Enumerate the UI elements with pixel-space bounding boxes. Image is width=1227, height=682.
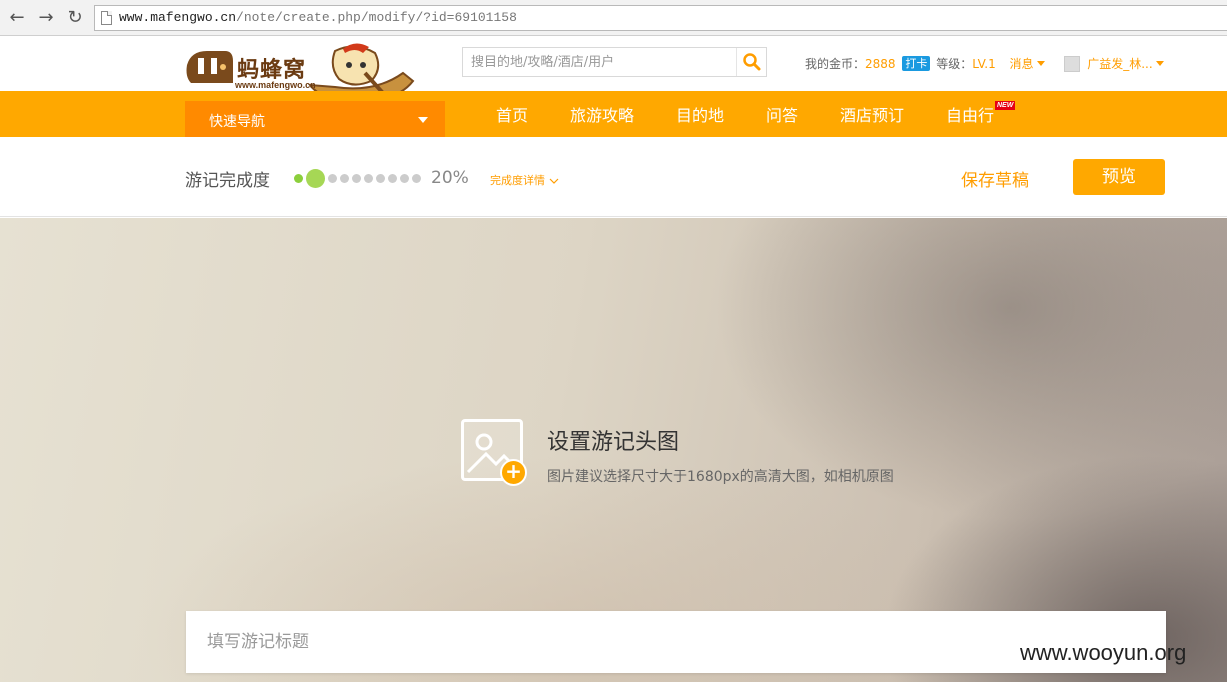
- username-link[interactable]: 广益发_林...: [1087, 55, 1152, 72]
- new-badge: NEW: [995, 101, 1016, 110]
- checkin-button[interactable]: 打卡: [902, 56, 931, 71]
- url-path: /note/create.php/modify/?id=69101158: [236, 10, 517, 25]
- site-header: 蚂蜂窝 www.mafengwo.cn 我的金币：2888 打卡 等级：LV.1…: [0, 36, 1227, 103]
- chevron-down-icon: [549, 178, 558, 184]
- progress-dot: [294, 174, 303, 183]
- nav-hotel-booking[interactable]: 酒店预订: [840, 104, 904, 128]
- nav-destinations[interactable]: 目的地: [676, 104, 724, 128]
- level-label: 等级：: [936, 57, 973, 71]
- url-host: www.mafengwo.cn: [119, 10, 237, 25]
- progress-dot: [388, 174, 397, 183]
- progress-dot: [412, 174, 421, 183]
- add-icon[interactable]: +: [500, 459, 527, 486]
- progress-percent: 20%: [431, 168, 469, 188]
- title-field-container: [186, 611, 1166, 673]
- level-value[interactable]: LV.1: [972, 57, 995, 71]
- progress-detail-link[interactable]: 完成度详情: [490, 172, 559, 188]
- cover-title[interactable]: 设置游记头图: [547, 424, 679, 456]
- back-icon[interactable]: ←: [6, 7, 28, 29]
- progress-dot: [400, 174, 409, 183]
- progress-dot: [352, 174, 361, 183]
- progress-dot: [328, 174, 337, 183]
- search-icon: [743, 53, 761, 71]
- nav-travel-guides[interactable]: 旅游攻略: [570, 104, 634, 128]
- coins-value[interactable]: 2888: [865, 57, 896, 71]
- nav-independent-travel[interactable]: 自由行: [946, 104, 994, 128]
- watermark: www.wooyun.org: [1020, 640, 1187, 665]
- nav-home[interactable]: 首页: [496, 104, 528, 128]
- search-input[interactable]: [463, 48, 735, 76]
- progress-bar-section: 游记完成度 20% 完成度详情 保存草稿 预览: [0, 137, 1227, 217]
- nav-qa[interactable]: 问答: [766, 104, 798, 128]
- url-text: www.mafengwo.cn/note/create.php/modify/?…: [119, 10, 517, 25]
- progress-dot: [364, 174, 373, 183]
- cover-hint: 图片建议选择尺寸大于1680px的高清大图，如相机原图: [547, 469, 894, 485]
- progress-detail-label: 完成度详情: [490, 174, 545, 187]
- chevron-down-icon: [418, 117, 428, 123]
- save-draft-button[interactable]: 保存草稿: [961, 166, 1029, 191]
- forward-icon[interactable]: →: [35, 7, 57, 29]
- search-button[interactable]: [736, 48, 766, 76]
- user-dropdown-icon[interactable]: [1155, 61, 1164, 66]
- messages-link[interactable]: 消息: [1010, 55, 1034, 72]
- messages-dropdown-icon[interactable]: [1036, 61, 1045, 66]
- progress-dot-current: [306, 169, 325, 188]
- logo-url: www.mafengwo.cn: [235, 80, 316, 90]
- cover-image-area[interactable]: + 设置游记头图 图片建议选择尺寸大于1680px的高清大图，如相机原图: [0, 218, 1227, 682]
- coins-label: 我的金币：: [805, 57, 866, 71]
- progress-dot: [340, 174, 349, 183]
- page-icon: [101, 11, 112, 25]
- user-area: 我的金币：2888 打卡 等级：LV.1 消息 广益发_林...: [805, 55, 1164, 72]
- quick-nav-button[interactable]: 快速导航: [185, 101, 445, 137]
- title-input[interactable]: [186, 611, 1166, 673]
- progress-label: 游记完成度: [185, 171, 270, 191]
- site-search: [462, 47, 767, 77]
- progress-dot: [376, 174, 385, 183]
- browser-toolbar: ← → ↻ www.mafengwo.cn/note/create.php/mo…: [0, 0, 1227, 36]
- preview-button[interactable]: 预览: [1073, 159, 1165, 195]
- reload-icon[interactable]: ↻: [64, 7, 86, 29]
- avatar[interactable]: [1064, 55, 1081, 72]
- address-bar[interactable]: www.mafengwo.cn/note/create.php/modify/?…: [94, 5, 1227, 31]
- quick-nav-label: 快速导航: [209, 114, 265, 130]
